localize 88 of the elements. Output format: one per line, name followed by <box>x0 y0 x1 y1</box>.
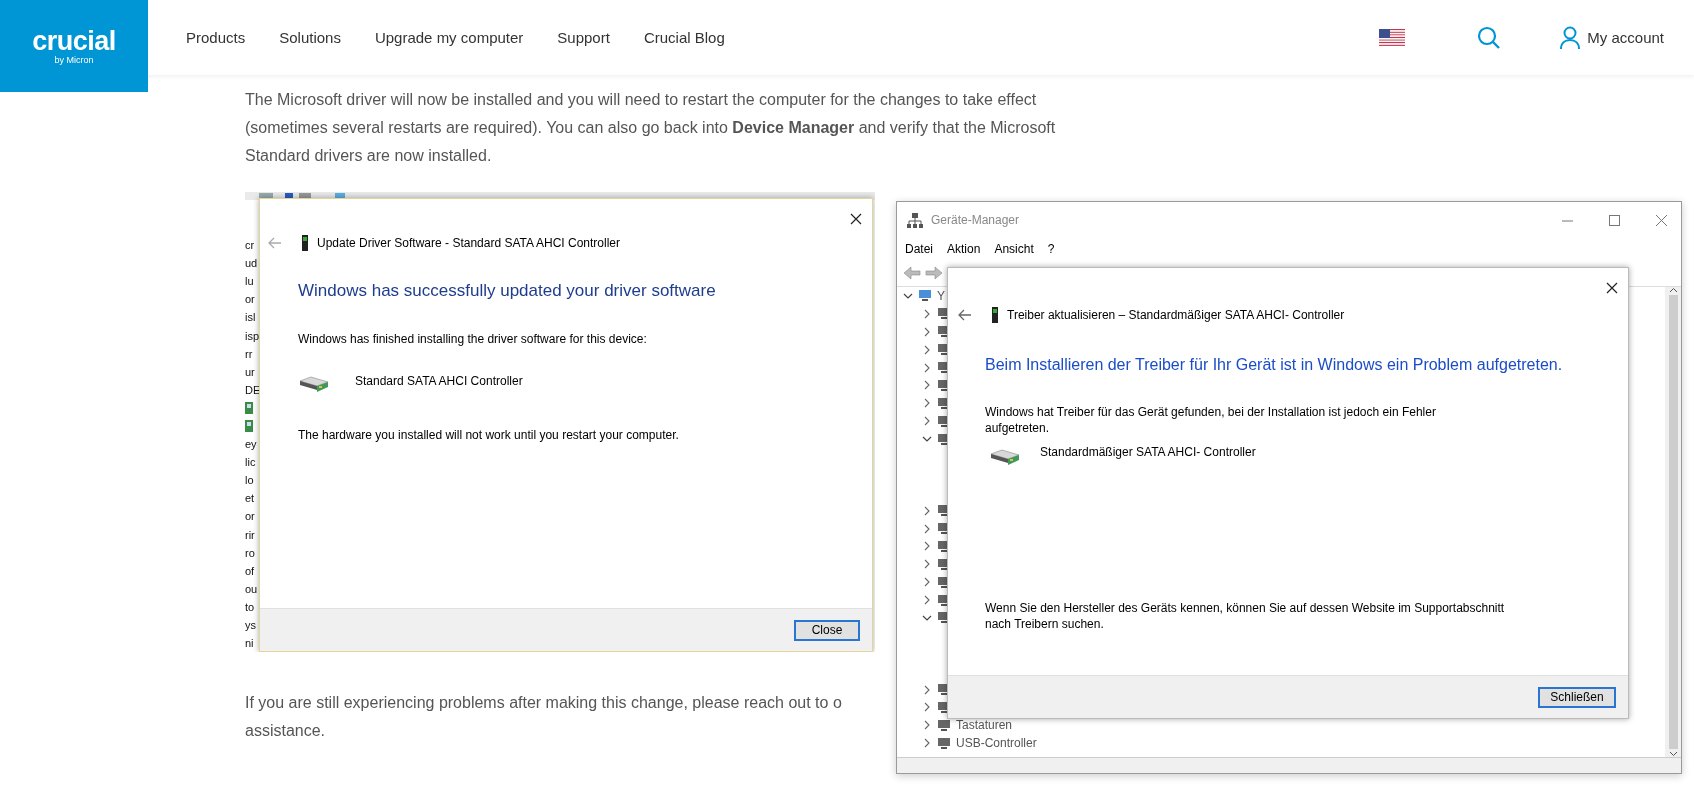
tree-item-label[interactable]: Y <box>937 288 945 303</box>
menu-item[interactable]: Ansicht <box>994 235 1034 263</box>
chevron-right-icon[interactable] <box>922 738 932 749</box>
article-paragraph: The Microsoft driver will now be installed and you will need to restart the computer for the changes to take effect (sometimes several restarts are required). You can also go back into Device Manager and verify that the Microsoft Standard drivers are now installed. <box>245 90 1057 166</box>
chevron-down-icon[interactable] <box>922 613 932 622</box>
device-icon <box>245 420 253 432</box>
list-fragment: lu <box>245 274 254 290</box>
list-fragment: or <box>245 292 255 308</box>
chevron-right-icon[interactable] <box>922 684 932 695</box>
list-fragment: ys <box>245 618 256 633</box>
account-link[interactable]: My account <box>1559 25 1664 50</box>
logo-tagline: by Micron <box>54 54 94 66</box>
device-name: Standard SATA AHCI Controller <box>355 373 523 390</box>
list-fragment: lic <box>245 455 256 471</box>
maximize-icon[interactable] <box>1609 214 1620 226</box>
chevron-right-icon[interactable] <box>922 326 932 337</box>
dialog-title: Update Driver Software - Standard SATA AHCI Controller <box>317 235 620 252</box>
close-icon[interactable] <box>1606 282 1618 294</box>
chevron-right-icon[interactable] <box>922 541 932 552</box>
close-button[interactable]: Close <box>794 619 860 641</box>
list-fragment: of <box>245 563 255 579</box>
menu-item[interactable]: ? <box>1047 235 1055 263</box>
chevron-right-icon[interactable] <box>922 380 932 391</box>
dialog-note: Wenn Sie den Hersteller des Geräts kennen, können Sie auf dessen Website im Supportabschnitt nach Treibern suchen. <box>985 600 1506 632</box>
scroll-down-icon[interactable] <box>1668 751 1678 757</box>
device-icon <box>301 235 309 251</box>
chevron-right-icon[interactable] <box>922 523 932 534</box>
close-button[interactable]: Schließen <box>1538 686 1616 708</box>
scroll-up-icon[interactable] <box>1668 287 1678 293</box>
dialog-title: Treiber aktualisieren – Standardmäßiger SATA AHCI- Controller <box>1007 307 1345 324</box>
menu-item[interactable]: Datei <box>905 235 933 263</box>
back-arrow-icon[interactable] <box>958 309 972 321</box>
list-fragment: rir <box>245 527 255 543</box>
chevron-right-icon[interactable] <box>922 720 932 731</box>
tree-item-label[interactable]: USB-Controller <box>956 736 1037 751</box>
list-fragment: ou <box>245 581 258 597</box>
device-icon <box>245 401 253 414</box>
list-fragment: ey <box>245 437 257 453</box>
chevron-right-icon[interactable] <box>922 308 932 319</box>
list-fragment: to <box>245 599 255 615</box>
chevron-right-icon[interactable] <box>922 344 932 355</box>
chevron-right-icon[interactable] <box>922 702 932 713</box>
close-icon[interactable] <box>850 213 862 225</box>
chevron-right-icon[interactable] <box>922 559 932 570</box>
dialog-heading: Beim Installieren der Treiber für Ihr Gerät ist in Windows ein Problem aufgetreten. <box>985 355 1564 375</box>
list-fragment: or <box>245 509 255 525</box>
list-fragment: et <box>245 491 255 507</box>
list-fragment: rr <box>245 346 253 362</box>
device-icon <box>918 289 932 303</box>
device-manager-icon <box>907 212 923 228</box>
list-fragment: isl <box>245 310 256 326</box>
list-fragment: isp <box>245 328 260 344</box>
window-title: Geräte-Manager <box>931 212 1020 229</box>
chevron-right-icon[interactable] <box>922 398 932 409</box>
menu-item[interactable]: Aktion <box>947 235 981 263</box>
device-name: Standardmäßiger SATA AHCI- Controller <box>1040 444 1256 461</box>
tree-item-label[interactable]: Tastaturen <box>956 718 1013 733</box>
device-icon <box>937 718 951 732</box>
list-fragment: lo <box>245 473 254 489</box>
user-icon <box>1559 25 1582 50</box>
nav-link[interactable]: Products <box>186 29 246 46</box>
dialog-heading: Windows has successfully updated your driver software <box>298 280 717 302</box>
chevron-down-icon[interactable] <box>922 435 932 444</box>
list-fragment: ud <box>245 256 258 272</box>
article-paragraph: If you are still experiencing problems after making this change, please reach out to o assistance. <box>245 693 843 741</box>
nav-link[interactable]: Crucial Blog <box>643 29 725 46</box>
scrollbar-thumb[interactable] <box>1668 295 1678 749</box>
device-icon <box>937 736 951 750</box>
flag-icon[interactable] <box>1379 29 1406 46</box>
nav-link[interactable]: Solutions <box>279 29 341 46</box>
chevron-down-icon[interactable] <box>903 291 913 300</box>
chevron-right-icon[interactable] <box>922 362 932 373</box>
chevron-right-icon[interactable] <box>922 505 932 516</box>
nav-link[interactable]: Upgrade my computer <box>374 29 524 46</box>
list-fragment: DE <box>245 382 261 398</box>
search-icon[interactable] <box>1477 25 1502 50</box>
dialog-message: Windows has finished installing the driver software for this device: <box>298 331 648 347</box>
list-fragment: ro <box>245 545 255 561</box>
dialog-message: Windows hat Treiber für das Gerät gefunden, bei der Installation ist jedoch ein Fehler aufgetreten. <box>985 404 1437 436</box>
dialog-note: The hardware you installed will not work until you restart your computer. <box>298 427 680 443</box>
list-fragment: cr <box>245 238 255 254</box>
device-icon <box>991 307 999 323</box>
chevron-right-icon[interactable] <box>922 416 932 427</box>
nav-link[interactable]: Support <box>557 29 610 46</box>
list-fragment: ur <box>245 364 255 380</box>
chevron-right-icon[interactable] <box>922 595 932 606</box>
list-fragment: ni <box>245 636 254 652</box>
chevron-right-icon[interactable] <box>922 577 932 588</box>
